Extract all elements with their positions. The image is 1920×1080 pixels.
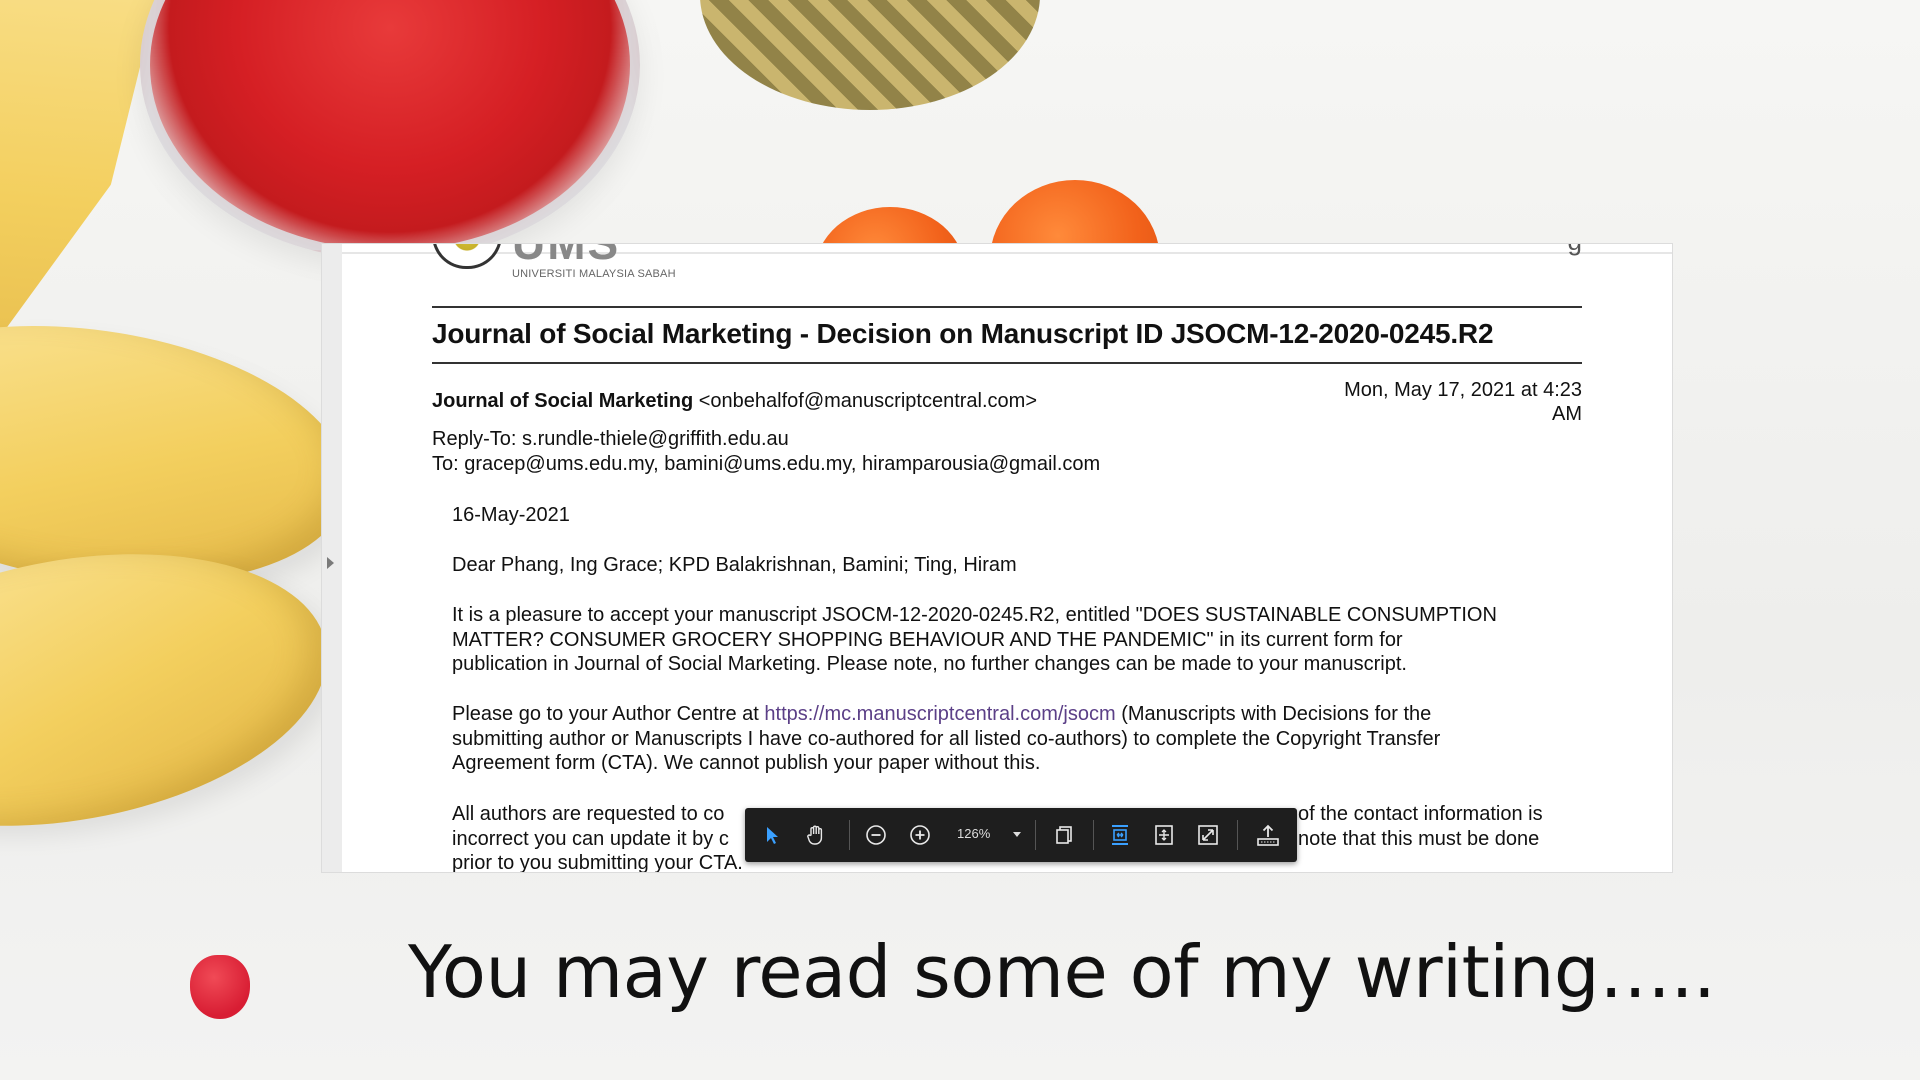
header-fragment: g bbox=[1568, 244, 1582, 257]
fit-width-icon[interactable] bbox=[1103, 818, 1137, 852]
date-line-2: AM bbox=[1552, 403, 1582, 425]
author-centre-paragraph: Please go to your Author Centre at https… bbox=[452, 702, 1582, 776]
banana-image bbox=[0, 516, 349, 864]
strawberry-bowl-image bbox=[140, 0, 640, 260]
fit-page-icon[interactable] bbox=[1147, 818, 1181, 852]
pineapple-image bbox=[700, 0, 1040, 110]
university-logo-subtitle: UNIVERSITI MALAYSIA SABAH bbox=[512, 268, 676, 280]
toolbar-separator bbox=[1035, 820, 1036, 850]
acceptance-paragraph: It is a pleasure to accept your manuscri… bbox=[452, 603, 1582, 677]
page-view-icon[interactable] bbox=[1047, 818, 1081, 852]
chevron-down-icon[interactable] bbox=[1013, 832, 1021, 837]
document-viewer[interactable]: UMS UNIVERSITI MALAYSIA SABAH g Journal … bbox=[322, 244, 1672, 872]
date-line-1: Mon, May 17, 2021 at 4:23 bbox=[1344, 379, 1582, 401]
sender-name: Journal of Social Marketing bbox=[432, 390, 694, 412]
paragraph-line: submitting author or Manuscripts I have … bbox=[452, 727, 1441, 750]
paragraph-text: incorrect you can update it by c bbox=[452, 827, 729, 850]
email-subject: Journal of Social Marketing - Decision o… bbox=[432, 318, 1494, 349]
chevron-right-icon[interactable] bbox=[327, 557, 334, 569]
toolbar-separator bbox=[1237, 820, 1238, 850]
paragraph-line: Agreement form (CTA). We cannot publish … bbox=[452, 752, 1041, 774]
paragraph-text: Please go to your Author Centre at bbox=[452, 703, 765, 725]
paragraph-text: note that this must be done bbox=[1298, 827, 1540, 850]
slide-caption: You may read some of my writing….. bbox=[408, 930, 1716, 1014]
zoom-level-select[interactable]: 126% bbox=[957, 826, 990, 841]
paragraph-line: Please go to your Author Centre at https… bbox=[452, 702, 1582, 727]
sender-email: <onbehalfof@manuscriptcentral.com> bbox=[698, 390, 1037, 412]
zoom-in-icon[interactable] bbox=[903, 818, 937, 852]
paragraph-line: MATTER? CONSUMER GROCERY SHOPPING BEHAVI… bbox=[452, 628, 1403, 651]
hand-tool-icon[interactable] bbox=[799, 818, 833, 852]
reply-to-line: Reply-To: s.rundle-thiele@griffith.edu.a… bbox=[432, 428, 789, 450]
salutation: Dear Phang, Ing Grace; KPD Balakrishnan,… bbox=[452, 554, 1017, 576]
select-arrow-icon[interactable] bbox=[755, 818, 789, 852]
pdf-viewer-toolbar: 126% bbox=[745, 808, 1297, 862]
toolbar-separator bbox=[1093, 820, 1094, 850]
author-centre-link[interactable]: https://mc.manuscriptcentral.com/jsocm bbox=[764, 703, 1115, 725]
university-crest-icon bbox=[432, 244, 502, 269]
raspberry-image bbox=[190, 955, 250, 1019]
paragraph-line: It is a pleasure to accept your manuscri… bbox=[452, 604, 1497, 626]
letter-date: 16-May-2021 bbox=[452, 504, 570, 526]
email-date: Mon, May 17, 2021 at 4:23 AM bbox=[1302, 378, 1582, 426]
toolbar-separator bbox=[849, 820, 850, 850]
sidebar-toggle[interactable] bbox=[322, 244, 342, 872]
paragraph-text: All authors are requested to co bbox=[452, 803, 725, 825]
paragraph-text: of the contact information is bbox=[1298, 803, 1543, 825]
divider bbox=[432, 362, 1582, 364]
university-logo-text: UMS bbox=[512, 244, 620, 270]
paragraph-line: publication in Journal of Social Marketi… bbox=[452, 653, 1407, 675]
paragraph-text: (Manuscripts with Decisions for the bbox=[1115, 703, 1432, 725]
to-line: To: gracep@ums.edu.my, bamini@ums.edu.my… bbox=[432, 453, 1101, 475]
fullscreen-icon[interactable] bbox=[1191, 818, 1225, 852]
email-from: Journal of Social Marketing <onbehalfof@… bbox=[432, 390, 1037, 413]
zoom-out-icon[interactable] bbox=[859, 818, 893, 852]
export-icon[interactable] bbox=[1251, 818, 1285, 852]
divider bbox=[432, 306, 1582, 308]
